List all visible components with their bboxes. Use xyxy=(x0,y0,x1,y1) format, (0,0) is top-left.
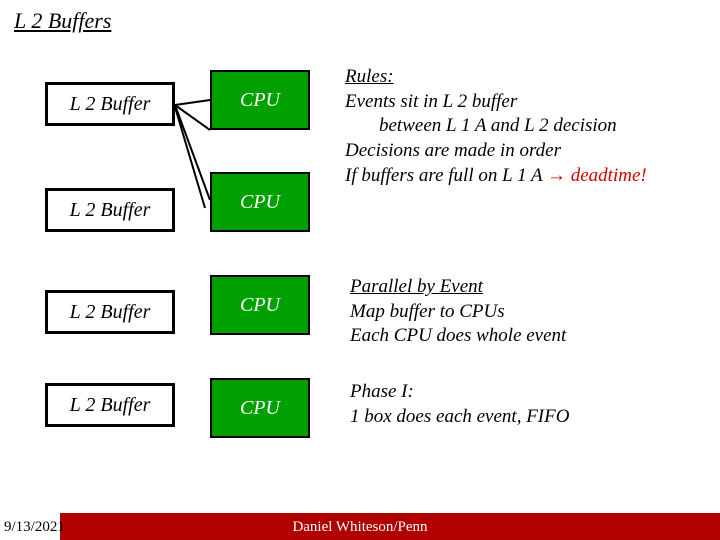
parallel-line2: Each CPU does whole event xyxy=(350,325,566,346)
l2-buffer-2: L 2 Buffer xyxy=(45,188,175,232)
slide-author: Daniel Whiteson/Penn xyxy=(292,519,427,536)
cpu-4: CPU xyxy=(210,378,310,438)
cpu-2: CPU xyxy=(210,172,310,232)
parallel-heading: Parallel by Event xyxy=(350,276,483,297)
phase-line1: Phase I: xyxy=(350,381,414,402)
rules-line4a: If buffers are full on L 1 A xyxy=(345,165,547,186)
phase-line2: 1 box does each event, FIFO xyxy=(350,406,569,427)
rules-line2: between L 1 A and L 2 decision xyxy=(379,114,617,139)
phase-block: Phase I: 1 box does each event, FIFO xyxy=(350,380,710,429)
l2-buffer-3: L 2 Buffer xyxy=(45,290,175,334)
slide-title: L 2 Buffers xyxy=(14,8,111,34)
rules-heading: Rules: xyxy=(345,66,394,87)
rules-line3: Decisions are made in order xyxy=(345,140,561,161)
rules-line4b: deadtime! xyxy=(566,165,647,186)
cpu-1: CPU xyxy=(210,70,310,130)
l2-buffer-4: L 2 Buffer xyxy=(45,383,175,427)
rules-line1: Events sit in L 2 buffer xyxy=(345,91,517,112)
parallel-line1: Map buffer to CPUs xyxy=(350,301,505,322)
l2-buffer-1: L 2 Buffer xyxy=(45,82,175,126)
arrow-icon: → xyxy=(547,165,566,186)
cpu-3: CPU xyxy=(210,275,310,335)
parallel-block: Parallel by Event Map buffer to CPUs Eac… xyxy=(350,275,710,349)
rules-block: Rules: Events sit in L 2 buffer between … xyxy=(345,65,715,188)
slide-date: 9/13/2021 xyxy=(4,519,65,536)
